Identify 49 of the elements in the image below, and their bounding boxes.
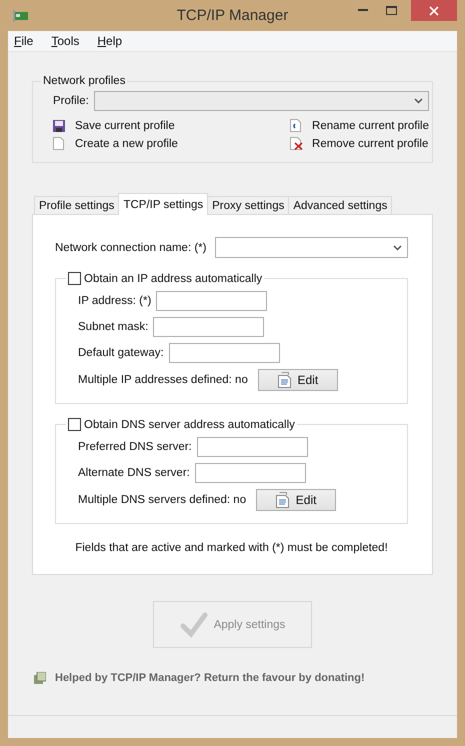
input-field[interactable] (196, 437, 308, 457)
tab[interactable]: TCP/IP settings (118, 193, 208, 215)
edit-button[interactable]: Edit (256, 489, 336, 511)
network-card-icon (13, 10, 29, 22)
field-label: Default gateway: (78, 347, 164, 359)
field-label: Subnet mask: (78, 321, 148, 333)
field-label: Preferred DNS server: (78, 441, 192, 453)
field-label: IP address: (*) (78, 295, 152, 307)
checkbox[interactable]: Obtain DNS server address automatically (68, 418, 295, 431)
input-field[interactable] (156, 291, 268, 311)
menu-item[interactable]: Tools (51, 34, 80, 48)
menu-item[interactable]: Help (97, 34, 122, 48)
input-field[interactable] (153, 317, 264, 337)
profile-label: Profile: (53, 95, 89, 107)
tab[interactable]: Profile settings (34, 196, 120, 214)
input-field[interactable] (194, 463, 306, 483)
field-label: Alternate DNS server: (78, 467, 190, 479)
chevron-down-icon (414, 98, 423, 104)
documents-icon (276, 492, 290, 508)
checkbox[interactable]: Obtain an IP address automatically (68, 272, 262, 285)
blank-document-icon (53, 137, 66, 150)
close-icon (429, 6, 439, 16)
donate-link[interactable]: Helped by TCP/IP Manager? Return the favour by donating! (55, 672, 365, 684)
profile-action[interactable]: Rename current profile (290, 119, 429, 132)
profile-action[interactable]: Create a new profile (53, 137, 290, 150)
connection-dropdown[interactable] (215, 237, 408, 258)
close-button[interactable] (411, 0, 457, 21)
group-title: Network profiles (42, 75, 126, 87)
chevron-down-icon (393, 244, 402, 250)
delete-document-icon (290, 137, 304, 150)
checkmark-icon (180, 612, 208, 638)
profile-action[interactable]: Remove current profile (290, 137, 429, 150)
profile-action[interactable]: Save current profile (53, 119, 290, 132)
status-text: Multiple IP addresses defined: no (78, 374, 248, 386)
tab[interactable]: Advanced settings (288, 196, 392, 214)
note-text: Fields that are active and marked with (*) must be completed! (74, 542, 389, 554)
maximize-icon (386, 6, 396, 15)
profile-dropdown[interactable] (94, 91, 429, 111)
input-field[interactable] (168, 343, 280, 363)
tab[interactable]: Proxy settings (207, 196, 290, 214)
money-icon (34, 672, 46, 684)
status-text: Multiple DNS servers defined: no (78, 494, 246, 506)
window-title: TCP/IP Manager (176, 7, 290, 24)
minimize-icon (358, 9, 368, 12)
edit-button[interactable]: Edit (258, 369, 338, 391)
field-label: Network connection name: (*) (55, 242, 206, 254)
documents-icon (278, 372, 292, 388)
menu-item[interactable]: File (14, 34, 34, 48)
document-icon (290, 119, 304, 132)
